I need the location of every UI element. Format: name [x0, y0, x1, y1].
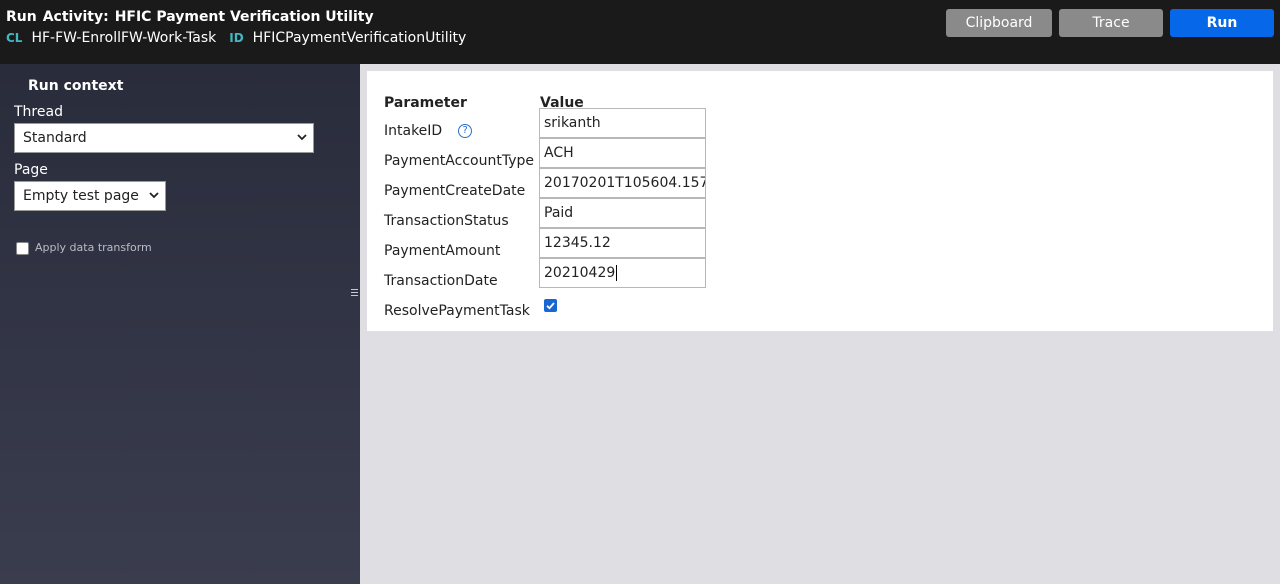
param-label-transactiondate: TransactionDate	[384, 273, 498, 289]
thread-select[interactable]: Standard	[14, 123, 314, 153]
page-title: Run Activity: HFIC Payment Verification Ut…	[6, 9, 374, 25]
parameter-column-header: Parameter	[384, 95, 467, 111]
param-label-transactionstatus: TransactionStatus	[384, 213, 509, 229]
chevron-down-icon	[149, 192, 159, 199]
breadcrumb: CL HF-FW-EnrollFW-Work-Task ID HFICPaymentV…	[6, 30, 479, 46]
apply-data-transform-checkbox[interactable]	[16, 241, 29, 255]
thread-select-value: Standard	[23, 130, 87, 146]
paymentaccounttype-field[interactable]: ACH	[539, 138, 706, 168]
param-label-paymentcreatedate: PaymentCreateDate	[384, 183, 526, 199]
trace-button[interactable]: Trace	[1059, 9, 1163, 37]
help-icon[interactable]: ?	[458, 124, 473, 138]
param-label-intakeid: IntakeID?	[384, 123, 473, 139]
run-context-panel: Run context Thread Standard Page Empty t…	[0, 64, 360, 584]
cl-value: HF-FW-EnrollFW-Work-Task	[31, 30, 217, 46]
param-label-text: IntakeID	[384, 123, 443, 139]
run-context-heading: Run context	[28, 78, 124, 94]
run-label: Run	[6, 9, 37, 25]
resolvepaymenttask-checkbox[interactable]	[544, 299, 557, 312]
param-label-paymentaccounttype: PaymentAccountType	[384, 153, 534, 169]
transactiondate-field[interactable]: 20210429	[539, 258, 706, 288]
transactionstatus-field[interactable]: Paid	[539, 198, 706, 228]
activity-name: HFIC Payment Verification Utility	[114, 9, 374, 25]
run-button[interactable]: Run	[1170, 9, 1274, 37]
param-label-resolvepaymenttask: ResolvePaymentTask	[384, 303, 530, 319]
check-icon	[546, 302, 555, 310]
text-cursor	[616, 265, 618, 281]
apply-data-transform[interactable]: Apply data transform	[16, 241, 152, 255]
page-select[interactable]: Empty test page	[14, 181, 166, 211]
main-panel: Parameter Value IntakeID? srikanth Payme…	[360, 64, 1280, 584]
page-select-value: Empty test page	[23, 188, 139, 204]
paymentcreatedate-field[interactable]: 20170201T105604.157 E	[539, 168, 706, 198]
parameters-card: Parameter Value IntakeID? srikanth Payme…	[367, 71, 1273, 331]
top-header: Run Activity: HFIC Payment Verification Ut…	[0, 0, 1280, 64]
chevron-down-icon	[297, 134, 307, 141]
param-label-paymentamount: PaymentAmount	[384, 243, 501, 259]
id-value: HFICPaymentVerificationUtility	[252, 30, 467, 46]
apply-data-transform-label: Apply data transform	[35, 241, 152, 254]
thread-label: Thread	[14, 104, 63, 120]
intakeid-field[interactable]: srikanth	[539, 108, 706, 138]
paymentamount-field[interactable]: 12345.12	[539, 228, 706, 258]
cl-key: CL	[6, 31, 23, 45]
transactiondate-value: 20210429	[544, 265, 616, 281]
clipboard-button[interactable]: Clipboard	[946, 9, 1052, 37]
activity-label: Activity:	[42, 9, 109, 25]
id-key: ID	[229, 31, 244, 45]
resize-handle[interactable]	[351, 289, 358, 299]
page-label: Page	[14, 162, 48, 178]
